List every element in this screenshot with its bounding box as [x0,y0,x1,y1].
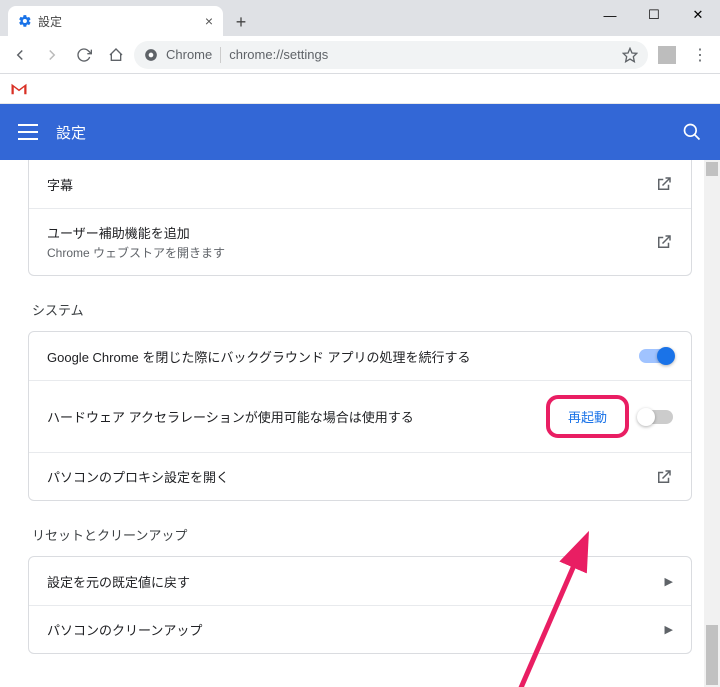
browser-toolbar: Chrome chrome://settings ⋮ [0,36,720,74]
scroll-up-icon[interactable] [706,162,718,176]
bookmark-star-icon[interactable] [622,47,638,63]
browser-menu-button[interactable]: ⋮ [686,45,714,65]
divider [220,47,221,63]
accessibility-card: 字幕 ユーザー補助機能を追加 Chrome ウェブストアを開きます [28,160,692,276]
relaunch-button[interactable]: 再起動 [546,395,629,438]
forward-button[interactable] [38,41,66,69]
url-label: Chrome [166,47,212,62]
system-card: Google Chrome を閉じた際にバックグラウンド アプリの処理を続行する… [28,331,692,501]
maximize-button[interactable]: ☐ [632,0,676,30]
minimize-button[interactable]: — [588,0,632,30]
proxy-settings-row[interactable]: パソコンのプロキシ設定を開く [29,452,691,500]
row-label: パソコンのプロキシ設定を開く [47,467,229,486]
captions-row[interactable]: 字幕 [29,160,691,208]
toggle-hardware-accel[interactable] [639,410,673,424]
external-link-icon [655,233,673,251]
new-tab-button[interactable]: + [227,8,255,36]
chevron-right-icon: ▶ [665,623,673,636]
chrome-icon [144,48,158,62]
background-apps-row[interactable]: Google Chrome を閉じた際にバックグラウンド アプリの処理を続行する [29,332,691,380]
row-label: 字幕 [47,175,73,194]
add-accessibility-row[interactable]: ユーザー補助機能を追加 Chrome ウェブストアを開きます [29,208,691,275]
url-path: chrome://settings [229,47,328,62]
row-label: ハードウェア アクセラレーションが使用可能な場合は使用する [47,407,414,426]
row-label: ユーザー補助機能を追加 [47,223,225,242]
close-window-button[interactable]: ✕ [676,0,720,30]
section-title-system: システム [32,300,692,319]
window-controls: — ☐ ✕ [588,0,720,30]
chevron-right-icon: ▶ [665,575,673,588]
restore-defaults-row[interactable]: 設定を元の既定値に戻す ▶ [29,557,691,605]
home-button[interactable] [102,41,130,69]
external-link-icon [655,468,673,486]
reload-button[interactable] [70,41,98,69]
row-label: Google Chrome を閉じた際にバックグラウンド アプリの処理を続行する [47,347,470,366]
tab-title: 設定 [38,13,62,30]
row-label: パソコンのクリーンアップ [47,620,202,639]
extension-placeholder[interactable] [658,46,676,64]
toggle-background-apps[interactable] [639,349,673,363]
cleanup-row[interactable]: パソコンのクリーンアップ ▶ [29,605,691,653]
row-sublabel: Chrome ウェブストアを開きます [47,244,225,261]
scrollbar-thumb[interactable] [706,625,718,685]
gear-icon [18,14,32,28]
content-scroll: 字幕 ユーザー補助機能を追加 Chrome ウェブストアを開きます システム G… [0,160,720,687]
menu-icon[interactable] [18,122,38,142]
address-bar[interactable]: Chrome chrome://settings [134,41,648,69]
settings-header: 設定 [0,104,720,160]
gmail-icon[interactable] [10,82,28,96]
search-icon[interactable] [682,122,702,142]
vertical-scrollbar[interactable] [704,160,720,687]
row-label: 設定を元の既定値に戻す [47,572,190,591]
browser-tab[interactable]: 設定 × [8,6,223,36]
bookmarks-bar [0,74,720,104]
back-button[interactable] [6,41,34,69]
page-title: 設定 [56,122,86,143]
external-link-icon [655,175,673,193]
section-title-reset: リセットとクリーンアップ [32,525,692,544]
reset-card: 設定を元の既定値に戻す ▶ パソコンのクリーンアップ ▶ [28,556,692,654]
hardware-acceleration-row[interactable]: ハードウェア アクセラレーションが使用可能な場合は使用する 再起動 [29,380,691,452]
close-tab-icon[interactable]: × [205,13,213,29]
window-titlebar: 設定 × + — ☐ ✕ [0,0,720,36]
